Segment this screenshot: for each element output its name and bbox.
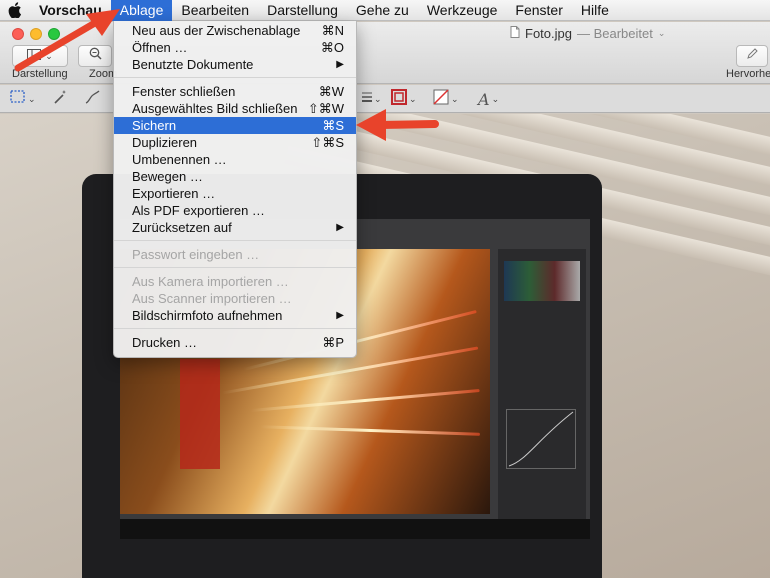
menu-item-rename[interactable]: Umbenennen … — [114, 151, 356, 168]
filmstrip — [120, 519, 590, 539]
sketch-tool[interactable] — [84, 89, 102, 109]
phone-booth — [180, 359, 220, 469]
menu-bearbeiten[interactable]: Bearbeiten — [172, 0, 258, 21]
highlight-button[interactable] — [736, 45, 768, 67]
menu-item-open[interactable]: Öffnen … ⌘O — [114, 39, 356, 56]
fill-color-tool[interactable]: ⌄ — [433, 88, 459, 110]
magic-wand-icon — [52, 89, 68, 110]
submenu-arrow-icon: ▶ — [336, 222, 344, 233]
menu-item-close-selected-image[interactable]: Ausgewähltes Bild schließen ⇧⌘W — [114, 100, 356, 117]
chevron-down-icon: ⌄ — [28, 93, 36, 104]
border-color-tool[interactable]: ⌄ — [391, 88, 417, 110]
histogram — [504, 261, 580, 301]
document-filename: Foto.jpg — [525, 26, 572, 41]
menu-item-save[interactable]: Sichern ⌘S — [114, 117, 356, 134]
submenu-arrow-icon: ▶ — [336, 310, 344, 321]
line-style-tool[interactable]: ⌄ — [362, 89, 382, 109]
magic-wand-tool[interactable] — [52, 89, 68, 109]
tone-curve — [506, 409, 576, 469]
menu-item-revert-to[interactable]: Zurücksetzen auf ▶ — [114, 219, 356, 236]
menu-item-import-scanner: Aus Scanner importieren … — [132, 291, 292, 306]
menu-item-enter-password: Passwort eingeben … — [132, 247, 260, 262]
menu-fenster[interactable]: Fenster — [506, 0, 571, 21]
document-icon — [510, 26, 520, 41]
chevron-down-icon: ⌄ — [45, 50, 53, 61]
rect-select-tool[interactable]: ⌄ — [10, 89, 36, 109]
chevron-down-icon: ⌄ — [374, 93, 382, 104]
menu-item-close-window[interactable]: Fenster schließen ⌘W — [114, 83, 356, 100]
pen-icon — [746, 47, 759, 65]
apple-logo-icon[interactable] — [0, 0, 30, 21]
menu-item-take-screenshot[interactable]: Bildschirmfoto aufnehmen ▶ — [114, 307, 356, 324]
view-label: Darstellung — [12, 68, 68, 80]
submenu-arrow-icon: ▶ — [336, 59, 344, 70]
menu-bar: Vorschau Ablage Bearbeiten Darstellung G… — [0, 0, 770, 21]
sidebar-view-icon — [27, 47, 42, 65]
line-style-icon — [362, 90, 372, 108]
document-status: — Bearbeitet — [576, 26, 653, 41]
window-zoom-button[interactable] — [48, 28, 60, 40]
menu-darstellung[interactable]: Darstellung — [258, 0, 347, 21]
menu-hilfe[interactable]: Hilfe — [572, 0, 618, 21]
window-close-button[interactable] — [12, 28, 24, 40]
document-title[interactable]: Foto.jpg — Bearbeitet ⌄ — [510, 26, 665, 41]
menu-gehe-zu[interactable]: Gehe zu — [347, 0, 418, 21]
zoom-button[interactable] — [78, 45, 112, 67]
menu-werkzeuge[interactable]: Werkzeuge — [418, 0, 507, 21]
menu-item-move[interactable]: Bewegen … — [114, 168, 356, 185]
light-streak — [260, 425, 480, 436]
menu-item-print[interactable]: Drucken … ⌘P — [114, 334, 356, 351]
chevron-down-icon: ⌄ — [657, 28, 666, 38]
menu-item-import-camera: Aus Kamera importieren … — [132, 274, 289, 289]
text-style-tool[interactable]: A ⌄ — [478, 89, 499, 109]
sketch-icon — [84, 89, 102, 110]
chevron-down-icon: ⌄ — [491, 93, 500, 104]
menu-item-new-from-clipboard[interactable]: Neu aus der Zwischenablage ⌘N — [114, 22, 356, 39]
window-minimize-button[interactable] — [30, 28, 42, 40]
menu-item-duplicate[interactable]: Duplizieren ⇧⌘S — [114, 134, 356, 151]
chevron-down-icon: ⌄ — [451, 93, 459, 104]
highlight-label: Hervorhe — [726, 68, 770, 80]
rect-select-icon — [10, 89, 26, 109]
text-style-icon: A — [478, 89, 490, 109]
ablage-menu: Neu aus der Zwischenablage ⌘N Öffnen … ⌘O … — [113, 21, 357, 358]
menu-ablage[interactable]: Ablage — [110, 0, 173, 21]
fill-color-icon — [433, 88, 449, 110]
border-color-icon — [391, 88, 407, 110]
photo-editor-panel — [498, 249, 586, 529]
sidebar-view-button[interactable]: ⌄ — [12, 45, 68, 67]
menu-separator — [114, 324, 356, 334]
magnifier-icon — [89, 47, 102, 65]
light-streak — [250, 388, 480, 413]
chevron-down-icon: ⌄ — [409, 93, 417, 104]
menu-separator — [114, 73, 356, 83]
menu-app-name[interactable]: Vorschau — [30, 0, 111, 21]
menu-item-export[interactable]: Exportieren … — [114, 185, 356, 202]
menu-separator — [114, 263, 356, 273]
menu-separator — [114, 236, 356, 246]
menu-item-recent-documents[interactable]: Benutzte Dokumente ▶ — [114, 56, 356, 73]
menu-item-export-pdf[interactable]: Als PDF exportieren … — [114, 202, 356, 219]
